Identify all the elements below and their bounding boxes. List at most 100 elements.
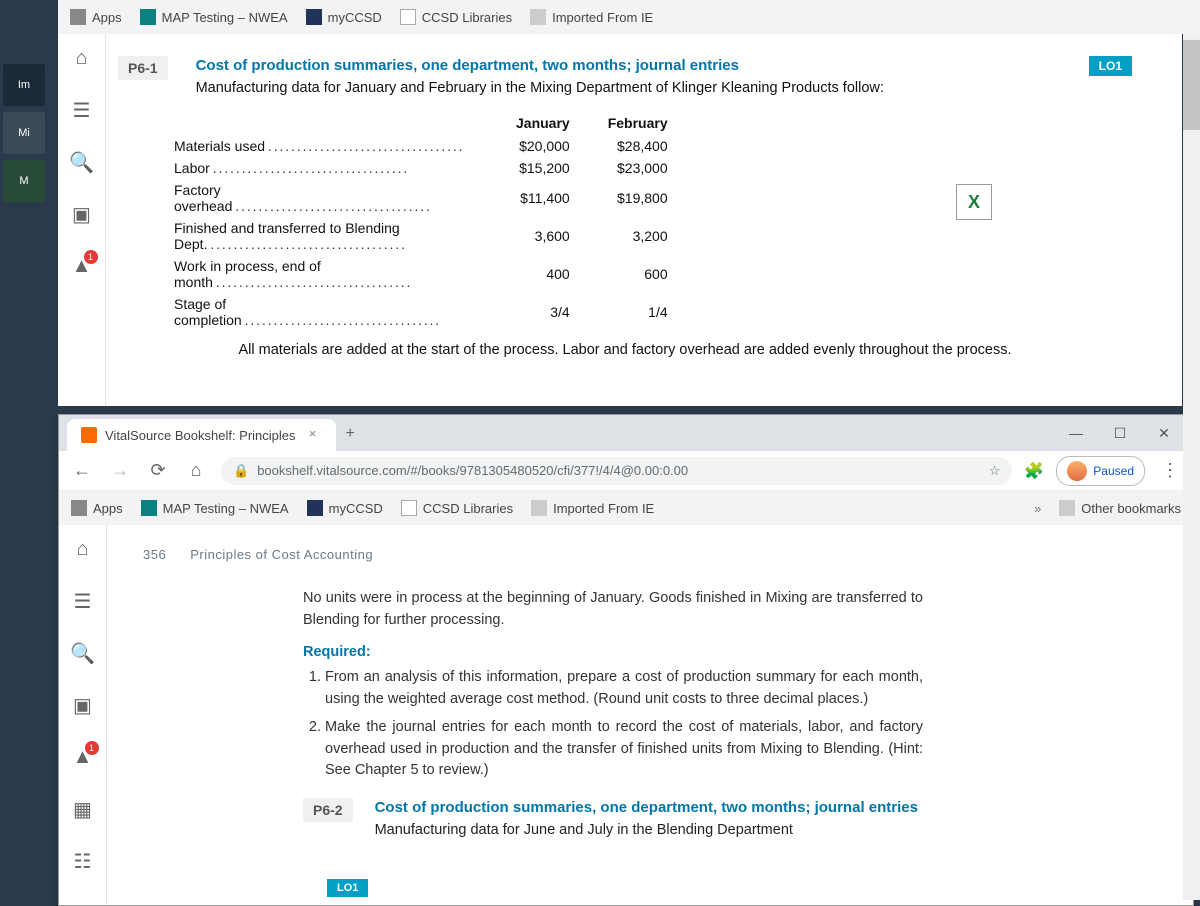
bookmarks-overflow[interactable]: » (1034, 501, 1041, 516)
site-icon (140, 9, 156, 25)
favicon-icon (81, 427, 97, 443)
page-header: 356 Principles of Cost Accounting (143, 547, 1157, 562)
taskbar-item[interactable]: Mi (3, 112, 45, 154)
excel-icon[interactable]: X (956, 184, 992, 220)
requirement-item: Make the journal entries for each month … (325, 717, 923, 782)
page-content: P6-1 Cost of production summaries, one d… (58, 34, 1182, 380)
grid-icon (70, 9, 86, 25)
url-field[interactable]: 🔒 bookshelf.vitalsource.com/#/books/9781… (221, 457, 1012, 485)
manufacturing-data-table: JanuaryFebruary Materials used$20,000$28… (154, 110, 688, 332)
reader-sidebar: ⌂ ☰ 🔍 ▣ ▲1 ▦ ☷ (59, 525, 107, 905)
star-icon[interactable]: ☆ (989, 463, 1001, 479)
page-body: 356 Principles of Cost Accounting No uni… (107, 525, 1193, 905)
site-icon (401, 500, 417, 516)
profile-paused-button[interactable]: Paused (1056, 456, 1145, 486)
site-icon (306, 9, 322, 25)
minimize-button[interactable]: — (1055, 419, 1097, 447)
annotations-icon[interactable]: ▲1 (70, 254, 94, 278)
scrollbar[interactable] (1183, 34, 1200, 900)
bookmarks-bar-bottom: Apps MAP Testing – NWEA myCCSD CCSD Libr… (59, 491, 1193, 525)
flashcards-icon[interactable]: ▦ (71, 797, 95, 821)
requirement-item: From an analysis of this information, pr… (325, 667, 923, 711)
back-button[interactable]: ← (69, 458, 95, 484)
running-title: Principles of Cost Accounting (190, 547, 373, 562)
table-row: Finished and transferred to Blending Dep… (156, 218, 686, 254)
close-tab-icon[interactable]: × (304, 426, 322, 444)
folder-icon (531, 500, 547, 516)
reader-window-bottom: VitalSource Bookshelf: Principles × + — … (58, 414, 1194, 906)
home-button[interactable]: ⌂ (183, 458, 209, 484)
reader-window-top: ⌂ ☰ 🔍 ▣ ▲1 P6-1 Cost of production summa… (58, 34, 1182, 406)
learning-objective-badge: LO1 (1089, 56, 1132, 76)
bookmark-myccsd[interactable]: myCCSD (306, 9, 382, 25)
toc-icon[interactable]: ☰ (71, 589, 95, 613)
requirements-list: From an analysis of this information, pr… (325, 667, 923, 782)
new-tab-button[interactable]: + (336, 417, 365, 451)
learning-objective-badge: LO1 (327, 879, 368, 897)
lock-icon: 🔒 (233, 463, 249, 479)
window-controls: — ☐ ✕ (1055, 419, 1185, 447)
bookmark-map[interactable]: MAP Testing – NWEA (141, 500, 289, 516)
site-icon (307, 500, 323, 516)
tab-strip: VitalSource Bookshelf: Principles × + — … (59, 415, 1193, 451)
menu-button[interactable]: ⋮ (1157, 458, 1183, 484)
problem-intro: Manufacturing data for June and July in … (375, 822, 918, 838)
browser-tab[interactable]: VitalSource Bookshelf: Principles × (67, 419, 336, 451)
site-icon (141, 500, 157, 516)
folder-icon (530, 9, 546, 25)
folder-icon (1059, 500, 1075, 516)
label: Imported From IE (552, 10, 653, 25)
apps-shortcut[interactable]: Apps (70, 9, 122, 25)
table-row: Labor$15,200$23,000 (156, 158, 686, 178)
search-icon[interactable]: 🔍 (70, 150, 94, 174)
bookmark-ccsd-lib[interactable]: CCSD Libraries (401, 500, 513, 516)
bookmark-ccsd-lib[interactable]: CCSD Libraries (400, 9, 512, 25)
problem-intro: Manufacturing data for January and Febru… (196, 80, 1061, 96)
bookmark-imported[interactable]: Imported From IE (530, 9, 653, 25)
bookmark-icon[interactable]: ▣ (70, 202, 94, 226)
tab-title: VitalSource Bookshelf: Principles (105, 428, 296, 443)
home-icon[interactable]: ⌂ (71, 537, 95, 561)
col-february: February (590, 112, 686, 134)
page-number: 356 (143, 547, 166, 562)
bookmarks-bar-top: Apps MAP Testing – NWEA myCCSD CCSD Libr… (58, 0, 1200, 34)
maximize-button[interactable]: ☐ (1099, 419, 1141, 447)
bookmark-myccsd[interactable]: myCCSD (307, 500, 383, 516)
forward-button[interactable]: → (107, 458, 133, 484)
home-icon[interactable]: ⌂ (70, 46, 94, 70)
problem-title: Cost of production summaries, one depart… (196, 56, 1061, 76)
paused-label: Paused (1093, 464, 1134, 478)
problem-id-badge: P6-1 (118, 56, 168, 80)
label: myCCSD (328, 10, 382, 25)
bookmark-imported[interactable]: Imported From IE (531, 500, 654, 516)
required-label: Required: (303, 642, 923, 664)
badge: 1 (85, 741, 99, 755)
scrollbar-thumb[interactable] (1183, 40, 1200, 130)
taskbar-item[interactable]: Im (3, 64, 45, 106)
reader-sidebar: ⌂ ☰ 🔍 ▣ ▲1 (58, 34, 106, 406)
search-icon[interactable]: 🔍 (71, 641, 95, 665)
close-button[interactable]: ✕ (1143, 419, 1185, 447)
site-icon (400, 9, 416, 25)
table-row: Materials used$20,000$28,400 (156, 136, 686, 156)
toc-icon[interactable]: ☰ (70, 98, 94, 122)
label: Apps (92, 10, 122, 25)
table-row: Work in process, end of month400600 (156, 256, 686, 292)
other-bookmarks[interactable]: Other bookmarks (1059, 500, 1181, 516)
badge: 1 (84, 250, 98, 264)
extension-icon[interactable]: 🧩 (1024, 461, 1044, 481)
problem-title: Cost of production summaries, one depart… (375, 798, 918, 818)
bookmark-icon[interactable]: ▣ (71, 693, 95, 717)
reload-button[interactable]: ⟳ (145, 458, 171, 484)
bookmark-map[interactable]: MAP Testing – NWEA (140, 9, 288, 25)
apps-shortcut[interactable]: Apps (71, 500, 123, 516)
content-area: ⌂ ☰ 🔍 ▣ ▲1 ▦ ☷ 356 Principles of Cost Ac… (59, 525, 1193, 905)
annotations-icon[interactable]: ▲1 (71, 745, 95, 769)
grid-icon (71, 500, 87, 516)
address-bar: ← → ⟳ ⌂ 🔒 bookshelf.vitalsource.com/#/bo… (59, 451, 1193, 491)
table-row: Stage of completion3/41/4 (156, 294, 686, 330)
process-note: All materials are added at the start of … (158, 342, 1092, 358)
notes-icon[interactable]: ☷ (71, 849, 95, 873)
os-taskbar: Im Mi M (0, 0, 48, 900)
taskbar-item[interactable]: M (3, 160, 45, 202)
